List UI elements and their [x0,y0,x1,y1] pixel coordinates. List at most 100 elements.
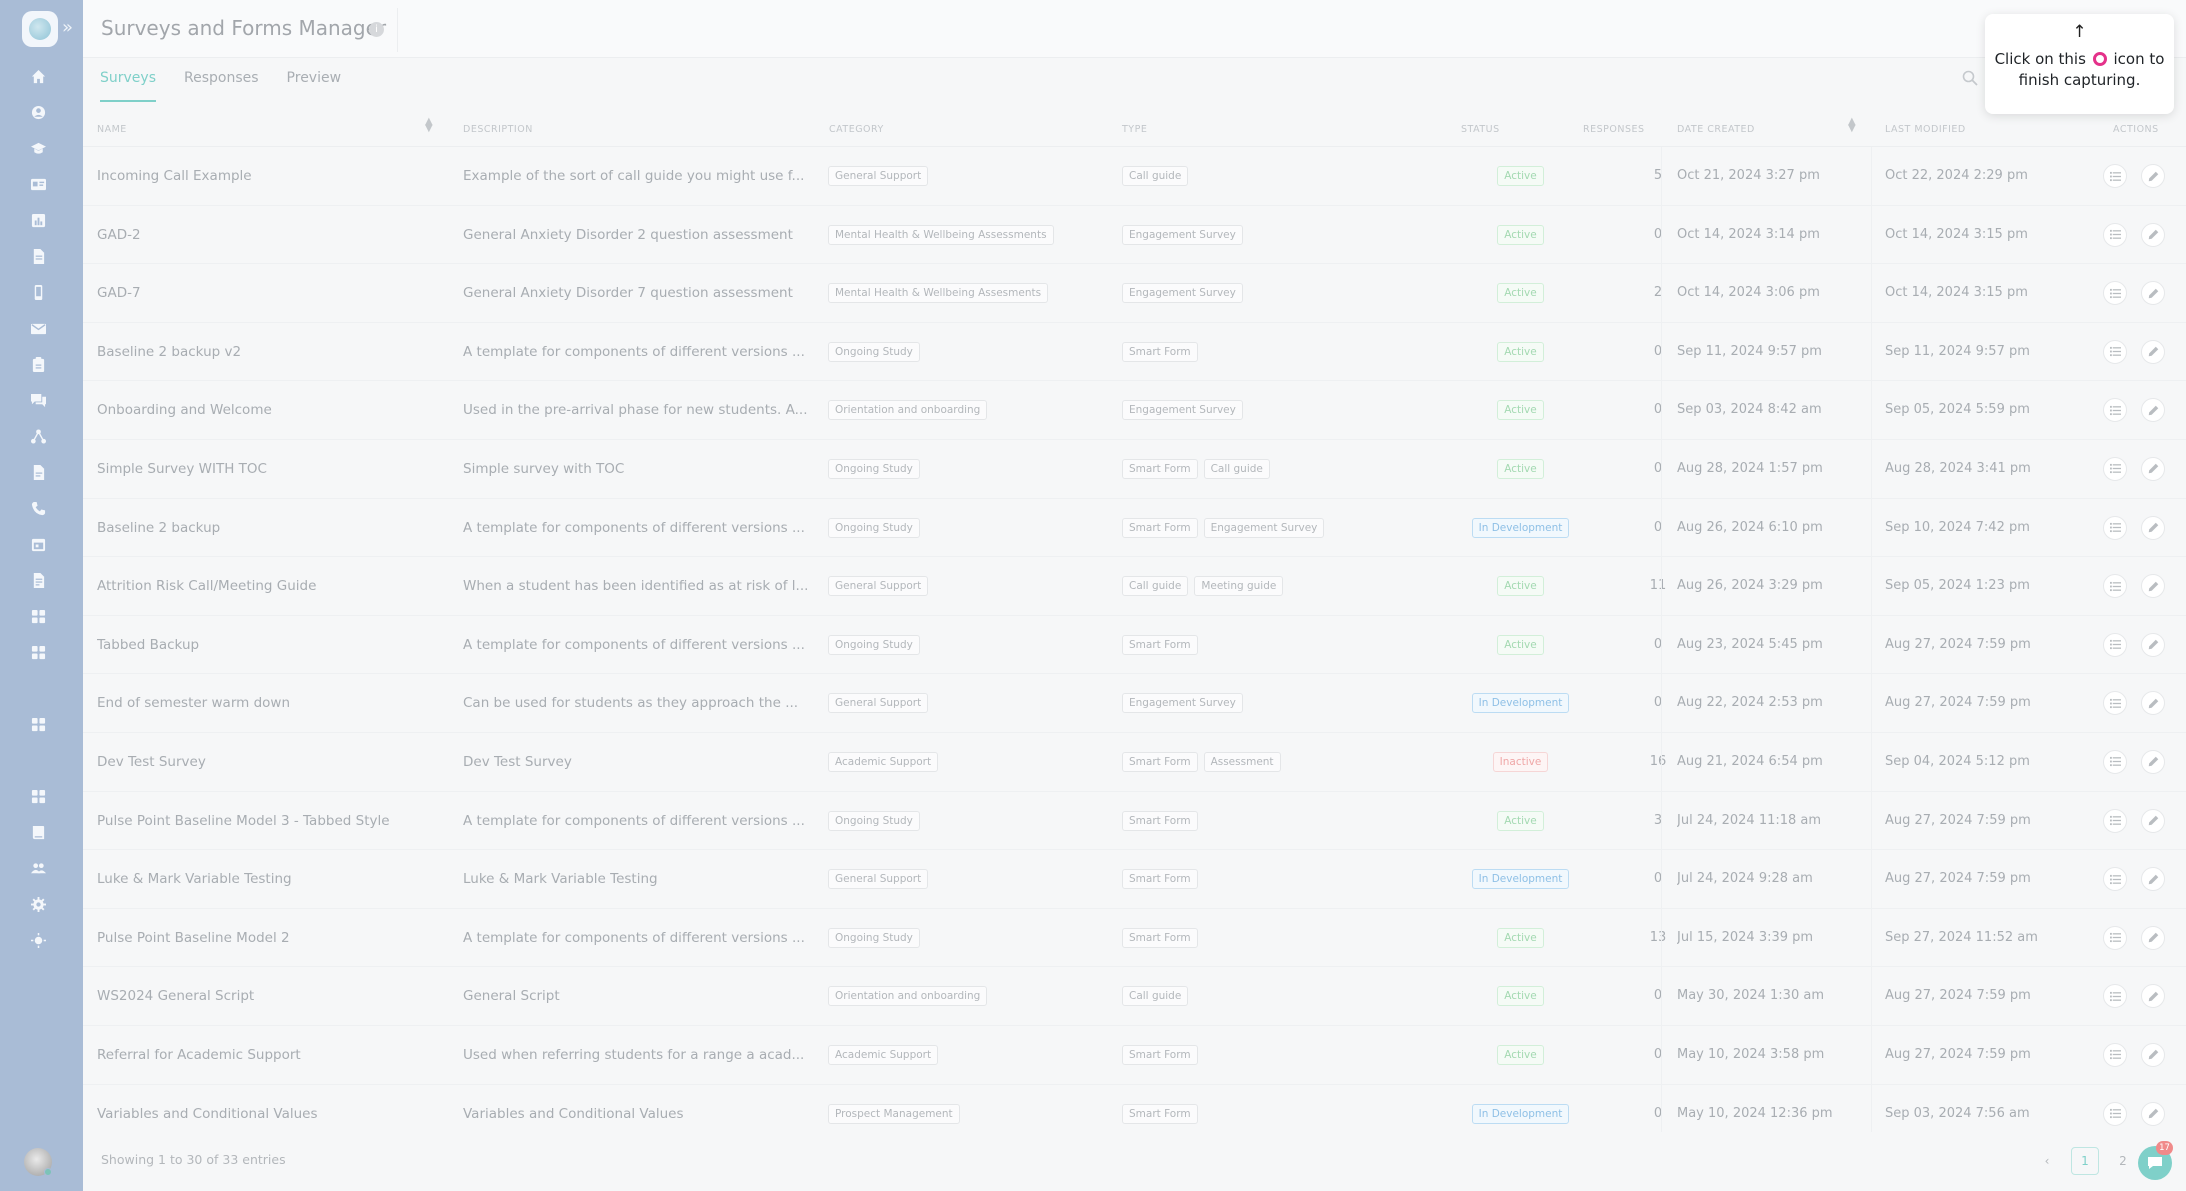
edit-button[interactable] [2141,281,2165,306]
view-responses-button[interactable] [2103,515,2127,540]
home-icon[interactable] [30,68,46,84]
survey-name[interactable]: Incoming Call Example [97,168,447,184]
survey-name[interactable]: Pulse Point Baseline Model 3 - Tabbed St… [97,813,447,829]
edit-button[interactable] [2141,632,2165,657]
view-responses-button[interactable] [2103,1101,2127,1126]
phone-icon[interactable] [30,500,46,516]
graduation-cap-icon[interactable] [30,140,46,156]
id-card-icon[interactable] [30,176,46,192]
view-responses-button[interactable] [2103,339,2127,364]
chat-icon[interactable] [30,392,46,408]
view-responses-button[interactable] [2103,1042,2127,1067]
view-responses-button[interactable] [2103,222,2127,247]
apps-icon[interactable] [30,788,46,804]
survey-name[interactable]: End of semester warm down [97,695,447,711]
network-icon[interactable] [30,428,46,444]
edit-button[interactable] [2141,984,2165,1009]
edit-button[interactable] [2141,808,2165,833]
prev-page-button[interactable]: ‹ [2033,1147,2061,1175]
lightbulb-icon[interactable] [30,932,46,948]
column-header-name[interactable]: NAME [97,124,127,135]
apps-icon[interactable] [30,608,46,624]
survey-name[interactable]: Dev Test Survey [97,754,447,770]
table-row[interactable]: Dev Test Survey Dev Test Survey Academic… [83,732,2186,792]
app-logo[interactable] [22,11,58,47]
survey-name[interactable]: WS2024 General Script [97,988,447,1004]
table-row[interactable]: WS2024 General Script General Script Ori… [83,967,2186,1026]
edit-button[interactable] [2141,222,2165,247]
survey-name[interactable]: Onboarding and Welcome [97,402,447,418]
clipboard-icon[interactable] [30,356,46,372]
sort-icon[interactable]: ▲ ▼ [425,117,433,134]
book-icon[interactable] [30,824,46,840]
tab-preview[interactable]: Preview [287,70,342,102]
expand-sidebar-icon[interactable]: » [62,19,73,37]
view-responses-button[interactable] [2103,164,2127,188]
edit-button[interactable] [2141,867,2165,892]
view-responses-button[interactable] [2103,867,2127,892]
table-row[interactable]: Pulse Point Baseline Model 2 A template … [83,908,2186,968]
info-icon[interactable]: i [369,22,384,37]
survey-name[interactable]: GAD-7 [97,285,447,301]
survey-name[interactable]: Referral for Academic Support [97,1047,447,1063]
column-header-date-created[interactable]: DATE CREATED [1677,124,1755,135]
tab-responses[interactable]: Responses [184,70,259,102]
user-icon[interactable] [30,104,46,120]
table-row[interactable]: Luke & Mark Variable Testing Luke & Mark… [83,850,2186,909]
table-row[interactable]: Baseline 2 backup A template for compone… [83,498,2186,558]
edit-button[interactable] [2141,925,2165,950]
edit-button[interactable] [2141,339,2165,364]
table-row[interactable]: GAD-2 General Anxiety Disorder 2 questio… [83,205,2186,265]
page-1-button[interactable]: 1 [2071,1147,2099,1175]
table-row[interactable]: Tabbed Backup A template for components … [83,615,2186,675]
view-responses-button[interactable] [2103,456,2127,481]
table-row[interactable]: Onboarding and Welcome Used in the pre-a… [83,381,2186,440]
table-row[interactable]: GAD-7 General Anxiety Disorder 7 questio… [83,264,2186,323]
table-row[interactable]: Pulse Point Baseline Model 3 - Tabbed St… [83,791,2186,851]
document-icon[interactable] [30,248,46,264]
table-row[interactable]: Incoming Call Example Example of the sor… [83,147,2186,206]
file-alt-icon[interactable] [30,572,46,588]
survey-name[interactable]: Variables and Conditional Values [97,1106,447,1122]
users-icon[interactable] [30,860,46,876]
survey-name[interactable]: Luke & Mark Variable Testing [97,871,447,887]
apps-icon[interactable] [30,644,46,660]
apps-icon[interactable] [30,716,46,732]
survey-name[interactable]: Simple Survey WITH TOC [97,461,447,477]
edit-button[interactable] [2141,574,2165,599]
table-row[interactable]: Simple Survey WITH TOC Simple survey wit… [83,439,2186,499]
envelope-icon[interactable] [30,320,46,336]
view-responses-button[interactable] [2103,281,2127,306]
survey-name[interactable]: Attrition Risk Call/Meeting Guide [97,578,447,594]
edit-button[interactable] [2141,1042,2165,1067]
view-responses-button[interactable] [2103,749,2127,774]
table-row[interactable]: End of semester warm down Can be used fo… [83,674,2186,733]
mobile-icon[interactable] [30,284,46,300]
page-2-button[interactable]: 2 [2109,1147,2137,1175]
search-icon[interactable] [1962,70,1978,86]
tab-surveys[interactable]: Surveys [100,70,156,102]
file-icon[interactable] [30,464,46,480]
view-responses-button[interactable] [2103,925,2127,950]
sort-icon[interactable]: ▲ ▼ [1848,117,1856,134]
calendar-icon[interactable] [30,536,46,552]
edit-button[interactable] [2141,1101,2165,1126]
survey-name[interactable]: Baseline 2 backup v2 [97,344,447,360]
view-responses-button[interactable] [2103,691,2127,716]
edit-button[interactable] [2141,749,2165,774]
edit-button[interactable] [2141,164,2165,188]
edit-button[interactable] [2141,456,2165,481]
survey-name[interactable]: Baseline 2 backup [97,520,447,536]
table-row[interactable]: Referral for Academic Support Used when … [83,1025,2186,1085]
survey-name[interactable]: Pulse Point Baseline Model 2 [97,930,447,946]
view-responses-button[interactable] [2103,808,2127,833]
table-row[interactable]: Baseline 2 backup v2 A template for comp… [83,322,2186,382]
view-responses-button[interactable] [2103,398,2127,423]
view-responses-button[interactable] [2103,574,2127,599]
edit-button[interactable] [2141,515,2165,540]
table-row[interactable]: Attrition Risk Call/Meeting Guide When a… [83,557,2186,616]
survey-name[interactable]: GAD-2 [97,227,447,243]
chart-icon[interactable] [30,212,46,228]
edit-button[interactable] [2141,398,2165,423]
edit-button[interactable] [2141,691,2165,716]
